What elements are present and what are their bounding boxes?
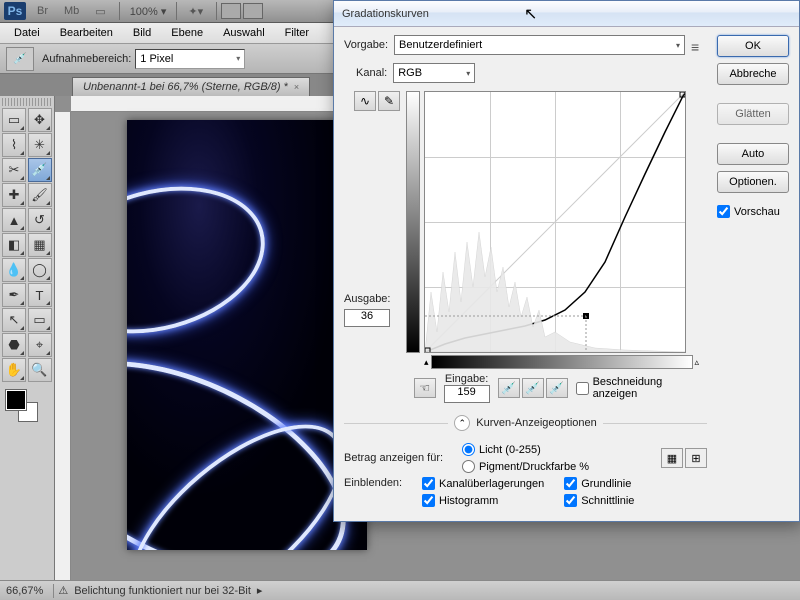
status-arrow-icon[interactable]: ▸ — [257, 584, 263, 597]
brush-tool[interactable]: 🖌 — [28, 183, 52, 207]
menu-bild[interactable]: Bild — [123, 24, 161, 42]
history-brush-tool[interactable]: ↺ — [28, 208, 52, 232]
crop-tool[interactable]: ✂ — [2, 158, 26, 182]
document-tab[interactable]: Unbenannt-1 bei 66,7% (Sterne, RGB/8) *× — [72, 77, 310, 96]
input-field[interactable]: 159 — [444, 385, 490, 403]
dodge-tool[interactable]: ◯ — [28, 258, 52, 282]
toolbox: ▭ ✥ ⌇ ✳ ✂ 💉 ✚ 🖌 ▲ ↺ ◧ ▦ 💧 ◯ ✒ T ↖ ▭ ⬣ ⌖ … — [0, 96, 55, 580]
shape-tool[interactable]: ▭ — [28, 308, 52, 332]
3d-camera-tool[interactable]: ⌖ — [28, 333, 52, 357]
black-point-eyedropper[interactable]: 💉 — [498, 378, 520, 398]
app-logo: Ps — [4, 2, 26, 20]
status-zoom[interactable]: 66,67% — [6, 585, 43, 597]
gray-point-eyedropper[interactable]: 💉 — [522, 378, 544, 398]
document-canvas[interactable] — [127, 120, 367, 550]
preset-label: Vorgabe: — [344, 39, 388, 51]
blur-tool[interactable]: 💧 — [2, 258, 26, 282]
screen-mode-icon[interactable]: ▭ — [88, 2, 112, 21]
fg-color-swatch[interactable] — [6, 390, 26, 410]
zoom-level[interactable]: 100% ▾ — [130, 5, 167, 18]
histogram — [425, 232, 685, 352]
marquee-tool[interactable]: ▭ — [2, 108, 26, 132]
grid-fine-button[interactable]: ⊞ — [685, 448, 707, 468]
output-gradient — [406, 91, 420, 353]
minibridge-button[interactable]: Mb — [57, 2, 86, 20]
eyedropper-tool[interactable]: 💉 — [28, 158, 52, 182]
preview-checkbox[interactable] — [717, 205, 730, 218]
ok-button[interactable]: OK — [717, 35, 789, 57]
3d-tool[interactable]: ⬣ — [2, 333, 26, 357]
tab-close-icon[interactable]: × — [294, 82, 299, 92]
histogram-checkbox[interactable] — [422, 494, 435, 507]
blend-label: Einblenden: — [344, 477, 416, 489]
status-alert-icon: ⚠ — [58, 584, 68, 597]
output-field[interactable]: 36 — [344, 309, 390, 327]
dialog-titlebar[interactable]: Gradationskurven — [334, 1, 799, 27]
curve-draw-mode-button[interactable]: ✎ — [378, 91, 400, 111]
input-label: Eingabe: — [445, 373, 488, 385]
eraser-tool[interactable]: ◧ — [2, 233, 26, 257]
wand-tool[interactable]: ✳ — [28, 133, 52, 157]
menu-filter[interactable]: Filter — [275, 24, 319, 42]
clipping-checkbox[interactable] — [576, 382, 589, 395]
preset-menu-icon[interactable] — [691, 39, 707, 51]
smooth-button[interactable]: Glätten — [717, 103, 789, 125]
input-gradient — [431, 355, 693, 369]
intersection-label: Schnittlinie — [581, 495, 634, 507]
preview-label: Vorschau — [734, 206, 780, 218]
display-options-label: Kurven-Anzeigeoptionen — [476, 417, 596, 429]
gradient-tool[interactable]: ▦ — [28, 233, 52, 257]
bridge-button[interactable]: Br — [30, 2, 55, 20]
light-radio-label: Licht (0-255) — [479, 444, 541, 456]
tool-preset-icon[interactable]: 💉 — [6, 47, 34, 71]
baseline-label: Grundlinie — [581, 478, 631, 490]
sample-size-label: Aufnahmebereich: — [42, 53, 131, 65]
light-radio[interactable] — [462, 443, 475, 456]
status-message: Belichtung funktioniert nur bei 32-Bit — [74, 585, 251, 597]
collapse-chevron-icon[interactable]: ⌃ — [454, 415, 470, 431]
channel-overlay-checkbox[interactable] — [422, 477, 435, 490]
clipping-label: Beschneidung anzeigen — [593, 376, 707, 400]
type-tool[interactable]: T — [28, 283, 52, 307]
histogram-label: Histogramm — [439, 495, 498, 507]
hand-tool[interactable]: ✋ — [2, 358, 26, 382]
preset-dropdown[interactable]: Benutzerdefiniert — [394, 35, 685, 55]
channel-label: Kanal: — [356, 67, 387, 79]
intersection-checkbox[interactable] — [564, 494, 577, 507]
path-select-tool[interactable]: ↖ — [2, 308, 26, 332]
sample-size-dropdown[interactable]: 1 Pixel — [135, 49, 245, 69]
toolbox-grip[interactable] — [2, 98, 52, 106]
move-tool[interactable]: ✥ — [28, 108, 52, 132]
pen-tool[interactable]: ✒ — [2, 283, 26, 307]
curve-point-mode-button[interactable]: ∿ — [354, 91, 376, 111]
baseline-checkbox[interactable] — [564, 477, 577, 490]
options-button[interactable]: Optionen. — [717, 171, 789, 193]
channel-overlay-label: Kanalüberlagerungen — [439, 478, 544, 490]
menu-datei[interactable]: Datei — [4, 24, 50, 42]
menu-ebene[interactable]: Ebene — [161, 24, 213, 42]
channel-dropdown[interactable]: RGB — [393, 63, 475, 83]
white-point-eyedropper[interactable]: 💉 — [546, 378, 568, 398]
heal-tool[interactable]: ✚ — [2, 183, 26, 207]
menu-auswahl[interactable]: Auswahl — [213, 24, 275, 42]
menu-bearbeiten[interactable]: Bearbeiten — [50, 24, 123, 42]
output-label: Ausgabe: — [344, 293, 400, 305]
grid-coarse-button[interactable]: ▦ — [661, 448, 683, 468]
pigment-radio[interactable] — [462, 460, 475, 473]
curves-dialog: Gradationskurven Vorgabe: Benutzerdefini… — [333, 0, 800, 522]
pigment-radio-label: Pigment/Druckfarbe % — [479, 461, 589, 473]
zoom-tool[interactable]: 🔍 — [28, 358, 52, 382]
screenmode-icon[interactable] — [243, 3, 263, 19]
ruler-vertical[interactable] — [55, 112, 71, 580]
lasso-tool[interactable]: ⌇ — [2, 133, 26, 157]
auto-button[interactable]: Auto — [717, 143, 789, 165]
curve-graph[interactable] — [424, 91, 686, 353]
cancel-button[interactable]: Abbreche — [717, 63, 789, 85]
extras-icon[interactable]: ✦▾ — [181, 2, 210, 21]
stamp-tool[interactable]: ▲ — [2, 208, 26, 232]
show-amount-label: Betrag anzeigen für: — [344, 452, 454, 464]
arrange-icon[interactable] — [221, 3, 241, 19]
target-adjust-icon[interactable]: ☜ — [414, 378, 436, 398]
